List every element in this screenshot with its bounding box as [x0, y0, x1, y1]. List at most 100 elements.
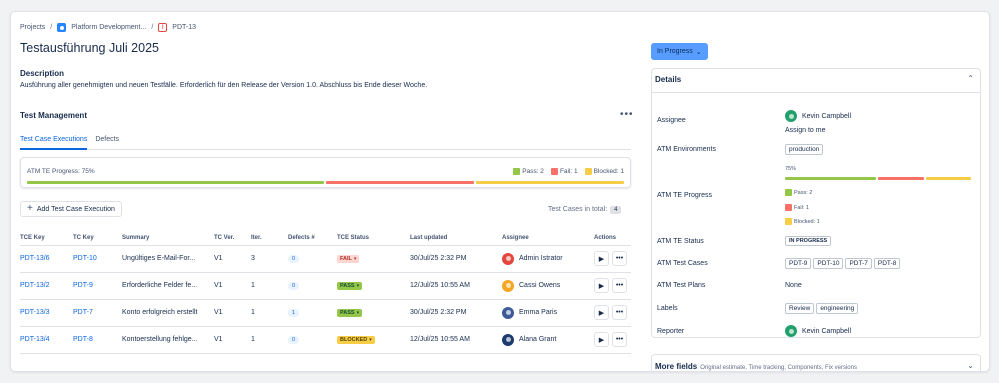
more-fields-panel[interactable]: More fields Original estimate, Time track… — [651, 354, 981, 371]
test-case-tag[interactable]: PDT-8 — [873, 258, 901, 269]
iteration-cell: 3 — [251, 245, 288, 273]
defects-cell: 0 — [288, 245, 337, 273]
progress-legend: Pass: 2 Fail: 1 Blocked: 1 — [513, 168, 624, 175]
column-header: Last updated — [410, 231, 502, 246]
progress-segment-fail — [325, 181, 474, 184]
test-cases-value: PDT-9 PDT-10 PDT-7 PDT-8 — [785, 258, 902, 269]
tce-key-link[interactable]: PDT-13/3 — [20, 299, 73, 327]
actions-cell: ▶ ••• — [594, 272, 631, 300]
test-cases-label: ATM Test Cases — [657, 260, 708, 267]
version-cell: V1 — [214, 326, 251, 354]
page-title[interactable]: Testausführung Juli 2025 — [20, 41, 159, 55]
breadcrumb-project[interactable]: Platform Development... — [71, 24, 146, 31]
tce-key-link[interactable]: PDT-13/2 — [20, 272, 73, 300]
legend-blocked: Blocked: 1 — [785, 218, 820, 225]
breadcrumb-projects[interactable]: Projects — [20, 24, 45, 31]
plus-icon: + — [27, 203, 33, 214]
tc-key-link[interactable]: PDT-8 — [73, 326, 122, 354]
defects-cell: 0 — [288, 326, 337, 354]
last-updated-cell: 30/Jul/25 2:32 PM — [410, 299, 502, 327]
progress-panel: ATM TE Progress: 75% Pass: 2 Fail: 1 Blo… — [20, 157, 631, 188]
reporter-value[interactable]: Kevin Campbell — [785, 325, 851, 337]
tce-status-dropdown[interactable]: BLOCKED ▾ — [337, 335, 375, 344]
play-icon[interactable]: ▶ — [594, 332, 609, 347]
test-plans-value[interactable]: None — [785, 282, 802, 289]
iteration-cell: 1 — [251, 326, 288, 354]
avatar — [502, 306, 514, 319]
play-icon[interactable]: ▶ — [594, 251, 609, 266]
issue-card: Projects / Platform Development... / ! P… — [10, 11, 990, 372]
test-case-tag[interactable]: PDT-9 — [785, 258, 812, 269]
breadcrumb: Projects / Platform Development... / ! P… — [20, 23, 196, 32]
test-case-executions-table: TCE Key TC Key Summary TC Ver. Iter. Defects … — [20, 231, 631, 354]
version-cell: V1 — [214, 245, 251, 273]
environments-value[interactable]: production — [785, 144, 825, 155]
add-test-case-execution-button[interactable]: + Add Test Case Execution — [20, 201, 122, 217]
status-cell: PASS ▾ — [337, 299, 410, 327]
chevron-down-icon: ▾ — [356, 309, 360, 316]
progress-segment-blocked — [475, 181, 624, 184]
column-header: Actions — [594, 231, 631, 246]
tce-key-link[interactable]: PDT-13/6 — [20, 245, 73, 273]
legend-pass: Pass: 2 — [513, 168, 544, 175]
status-dropdown-button[interactable]: In Progress ⌄ — [651, 43, 708, 60]
column-header: Summary — [122, 231, 214, 246]
table-row: PDT-13/3 PDT-7 Konto erfolgreich erstellt V… — [20, 299, 631, 327]
tab-defects[interactable]: Defects — [95, 133, 119, 150]
table-header-row: TCE Key TC Key Summary TC Ver. Iter. Defects … — [20, 231, 631, 246]
tce-status-dropdown[interactable]: PASS ▾ — [337, 281, 363, 290]
assignee-cell: Alana Grant — [502, 326, 594, 354]
more-options-icon[interactable]: ••• — [612, 278, 627, 293]
more-options-icon[interactable]: ••• — [612, 251, 627, 266]
chevron-down-icon[interactable]: ⌄ — [967, 361, 974, 370]
status-cell: PASS ▾ — [337, 272, 410, 300]
environments-label: ATM Environments — [657, 146, 716, 153]
more-fields-heading: More fields Original estimate, Time track… — [655, 362, 857, 371]
label-tag[interactable]: engineering — [816, 303, 859, 314]
more-options-icon[interactable]: ••• — [620, 109, 634, 120]
play-icon[interactable]: ▶ — [594, 278, 609, 293]
legend-blocked: Blocked: 1 — [584, 168, 624, 175]
tce-status-dropdown[interactable]: PASS ▾ — [337, 308, 363, 317]
description-text[interactable]: Ausführung aller genehmigten und neuen T… — [20, 82, 427, 89]
details-panel: Details ⌃ Assignee Kevin Campbell Assign… — [651, 68, 981, 338]
chevron-up-icon[interactable]: ⌃ — [967, 74, 974, 83]
avatar — [502, 333, 514, 346]
breadcrumb-issue[interactable]: PDT-13 — [172, 24, 196, 31]
more-options-icon[interactable]: ••• — [612, 305, 627, 320]
legend-fail: Fail: 1 — [550, 168, 578, 175]
test-case-tag[interactable]: PDT-10 — [813, 258, 844, 269]
version-cell: V1 — [214, 299, 251, 327]
details-progress-bar — [785, 177, 971, 180]
test-plans-label: ATM Test Plans — [657, 282, 706, 289]
last-updated-cell: 30/Jul/25 2:32 PM — [410, 245, 502, 273]
last-updated-cell: 12/Jul/25 10:55 AM — [410, 326, 502, 354]
chevron-down-icon: ⌄ — [695, 48, 702, 56]
tc-key-link[interactable]: PDT-9 — [73, 272, 122, 300]
tc-key-link[interactable]: PDT-10 — [73, 245, 122, 273]
status-cell: BLOCKED ▾ — [337, 326, 410, 354]
summary-cell: Konto erfolgreich erstellt — [122, 299, 214, 327]
tce-key-link[interactable]: PDT-13/4 — [20, 326, 73, 354]
column-header: TCE Key — [20, 231, 73, 246]
description-heading: Description — [20, 69, 65, 78]
tc-key-link[interactable]: PDT-7 — [73, 299, 122, 327]
assign-to-me-link[interactable]: Assign to me — [785, 127, 825, 134]
test-case-tag[interactable]: PDT-7 — [845, 258, 872, 269]
defects-count-badge: 0 — [288, 335, 300, 344]
tab-test-case-executions[interactable]: Test Case Executions — [20, 133, 88, 150]
play-icon[interactable]: ▶ — [594, 305, 609, 320]
assignee-value[interactable]: Kevin Campbell — [785, 110, 851, 122]
details-heading[interactable]: Details — [655, 75, 681, 84]
test-management-heading: Test Management — [20, 111, 87, 120]
issue-type-icon: ! — [158, 23, 168, 32]
more-options-icon[interactable]: ••• — [612, 332, 627, 347]
summary-cell: Kontoerstellung fehlge... — [122, 326, 214, 354]
avatar — [502, 279, 514, 292]
progress-segment-pass — [27, 181, 324, 184]
table-row: PDT-13/4 PDT-8 Kontoerstellung fehlge... V1… — [20, 326, 631, 354]
assignee-name: Cassi Owens — [519, 282, 561, 289]
label-tag[interactable]: Review — [785, 303, 815, 314]
tce-status-dropdown[interactable]: FAIL ▾ — [337, 254, 360, 263]
avatar — [502, 252, 514, 265]
